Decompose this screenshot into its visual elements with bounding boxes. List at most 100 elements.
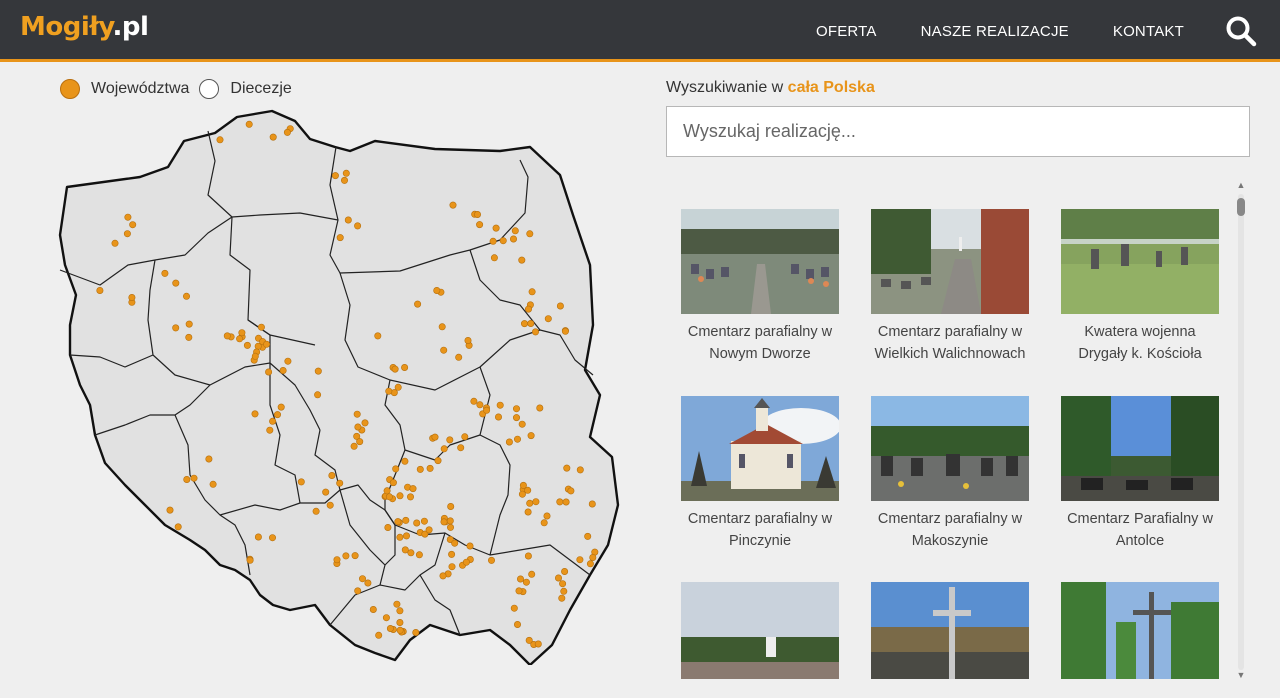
result-card[interactable]: Cmentarz parafialny w Makoszynie [871,396,1029,552]
map-marker[interactable] [563,464,571,472]
map-marker[interactable] [536,404,544,412]
search-scope-region[interactable]: cała Polska [788,79,875,96]
map-marker[interactable] [328,471,336,479]
map-marker[interactable] [560,587,568,595]
map-marker[interactable] [534,640,542,648]
map-marker[interactable] [527,320,535,328]
map-marker[interactable] [511,227,519,235]
nav-oferta[interactable]: OFERTA [816,23,877,40]
map-marker[interactable] [336,479,344,487]
map-marker[interactable] [336,234,344,242]
result-card[interactable]: Cmentarz Parafialny w Antolce [1061,396,1219,552]
map-marker[interactable] [382,614,390,622]
map-marker[interactable] [246,556,254,564]
map-marker[interactable] [522,578,530,586]
map-marker[interactable] [183,292,191,300]
map-marker[interactable] [556,498,564,506]
map-marker[interactable] [236,335,244,343]
map-marker[interactable] [449,201,457,209]
map-marker[interactable] [161,269,169,277]
map-marker[interactable] [284,357,292,365]
map-marker[interactable] [512,405,520,413]
map-marker[interactable] [185,320,193,328]
scroll-up-icon[interactable]: ▲ [1234,180,1248,190]
radio-wojewodztwa[interactable]: Województwa [60,79,189,99]
map-marker[interactable] [183,475,191,483]
map-marker[interactable] [342,169,350,177]
map-marker[interactable] [96,287,104,295]
map-marker[interactable] [531,328,539,336]
map-marker[interactable] [358,575,366,583]
site-logo[interactable]: Mogiły.pl [20,12,149,42]
map-marker[interactable] [386,624,394,632]
map-marker[interactable] [245,120,253,128]
map-marker[interactable] [344,216,352,224]
map-marker[interactable] [518,420,526,428]
map-marker[interactable] [216,136,224,144]
map-marker[interactable] [415,551,423,559]
map-marker[interactable] [451,539,459,547]
map-marker[interactable] [340,176,348,184]
map-marker[interactable] [438,323,446,331]
scrollbar-thumb[interactable] [1237,198,1245,216]
map-marker[interactable] [266,426,274,434]
map-marker[interactable] [396,626,404,634]
map-marker[interactable] [412,628,420,636]
map-marker[interactable] [385,493,393,501]
map-marker[interactable] [401,457,409,465]
map-marker[interactable] [124,213,132,221]
map-marker[interactable] [588,500,596,508]
result-card[interactable]: Cmentarz parafialny w Wielkich Walichnow… [871,209,1029,365]
map-marker[interactable] [314,367,322,375]
map-marker[interactable] [464,337,472,345]
map-marker[interactable] [257,323,265,331]
map-marker[interactable] [269,417,277,425]
map-marker[interactable] [402,532,410,540]
map-marker[interactable] [457,444,465,452]
map-marker[interactable] [392,465,400,473]
map-marker[interactable] [354,423,362,431]
map-marker[interactable] [406,493,414,501]
map-marker[interactable] [401,363,409,371]
map-marker[interactable] [375,631,383,639]
map-marker[interactable] [554,574,562,582]
result-card[interactable] [871,582,1029,679]
map-marker[interactable] [524,305,532,313]
map-marker[interactable] [490,254,498,262]
map-marker[interactable] [243,341,251,349]
map-marker[interactable] [354,222,362,230]
map-marker[interactable] [561,567,569,575]
map-marker[interactable] [385,387,393,395]
map-marker[interactable] [505,438,513,446]
map-marker[interactable] [361,419,369,427]
map-marker[interactable] [238,329,246,337]
map-marker[interactable] [584,532,592,540]
map-marker[interactable] [518,490,526,498]
map-marker[interactable] [254,533,262,541]
poland-map[interactable] [40,105,640,665]
result-card[interactable] [681,582,839,679]
map-marker[interactable] [351,552,359,560]
map-marker[interactable] [416,465,424,473]
map-marker[interactable] [513,435,521,443]
search-icon[interactable] [1224,14,1258,48]
map-marker[interactable] [446,523,454,531]
nav-nasze-realizacje[interactable]: NASZE REALIZACJE [921,23,1069,40]
map-marker[interactable] [476,401,484,409]
map-marker[interactable] [494,413,502,421]
map-marker[interactable] [396,607,404,615]
map-marker[interactable] [223,332,231,340]
map-marker[interactable] [509,235,517,243]
map-marker[interactable] [527,432,535,440]
map-marker[interactable] [414,300,422,308]
map-marker[interactable] [426,464,434,472]
map-marker[interactable] [562,498,570,506]
map-marker[interactable] [172,279,180,287]
map-marker[interactable] [567,487,575,495]
map-marker[interactable] [396,533,404,541]
map-marker[interactable] [123,230,131,238]
map-marker[interactable] [526,230,534,238]
map-marker[interactable] [433,287,441,295]
map-marker[interactable] [265,368,273,376]
map-marker[interactable] [483,406,491,414]
